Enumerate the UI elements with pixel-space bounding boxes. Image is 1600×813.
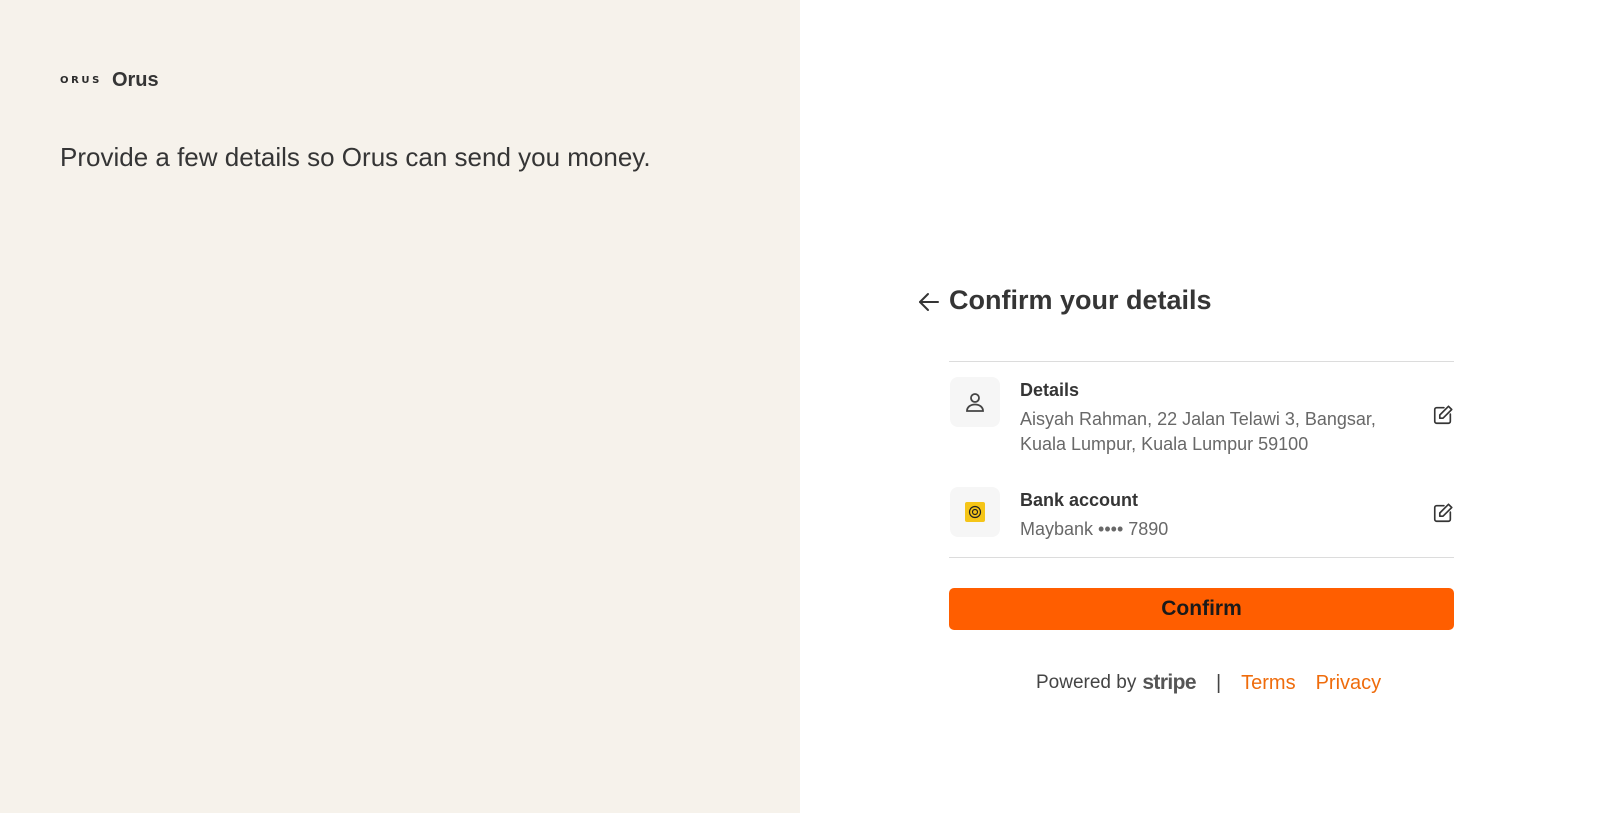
details-icon-box [950, 377, 1000, 427]
maybank-logo-icon [965, 502, 985, 522]
edit-bank-icon[interactable] [1432, 502, 1454, 524]
powered-by-text: Powered by [1036, 672, 1137, 693]
bank-icon-box [950, 487, 1000, 537]
bank-account-label: Bank account [1020, 490, 1139, 510]
stripe-logo[interactable]: stripe [1142, 671, 1196, 695]
footer-separator: | [1215, 671, 1222, 694]
left-panel: ORUS Orus Provide a few details so Orus … [0, 0, 800, 813]
back-arrow-icon[interactable] [917, 290, 941, 314]
footer: Powered by stripe | Terms Privacy [1036, 671, 1381, 695]
tagline: Provide a few details so Orus can send y… [60, 142, 651, 172]
terms-link[interactable]: Terms [1241, 672, 1295, 695]
person-icon [966, 393, 984, 412]
divider-bottom [949, 557, 1454, 558]
details-address-line1: Aisyah Rahman, 22 Jalan Telawi 3, Bangsa… [1020, 409, 1376, 429]
details-label: Details [1020, 380, 1080, 400]
confirm-title: Confirm your details [949, 285, 1212, 315]
bank-account-value: Maybank •••• 7890 [1020, 519, 1169, 539]
brand: ORUS Orus [60, 69, 159, 92]
details-address-line2: Kuala Lumpur, Kuala Lumpur 59100 [1020, 434, 1309, 454]
brand-name: Orus [111, 69, 159, 91]
confirm-button[interactable]: Confirm [949, 588, 1454, 630]
edit-details-icon[interactable] [1432, 404, 1454, 426]
privacy-link[interactable]: Privacy [1316, 672, 1382, 695]
divider-top [949, 361, 1454, 362]
brand-logo-mark: ORUS [60, 75, 102, 86]
